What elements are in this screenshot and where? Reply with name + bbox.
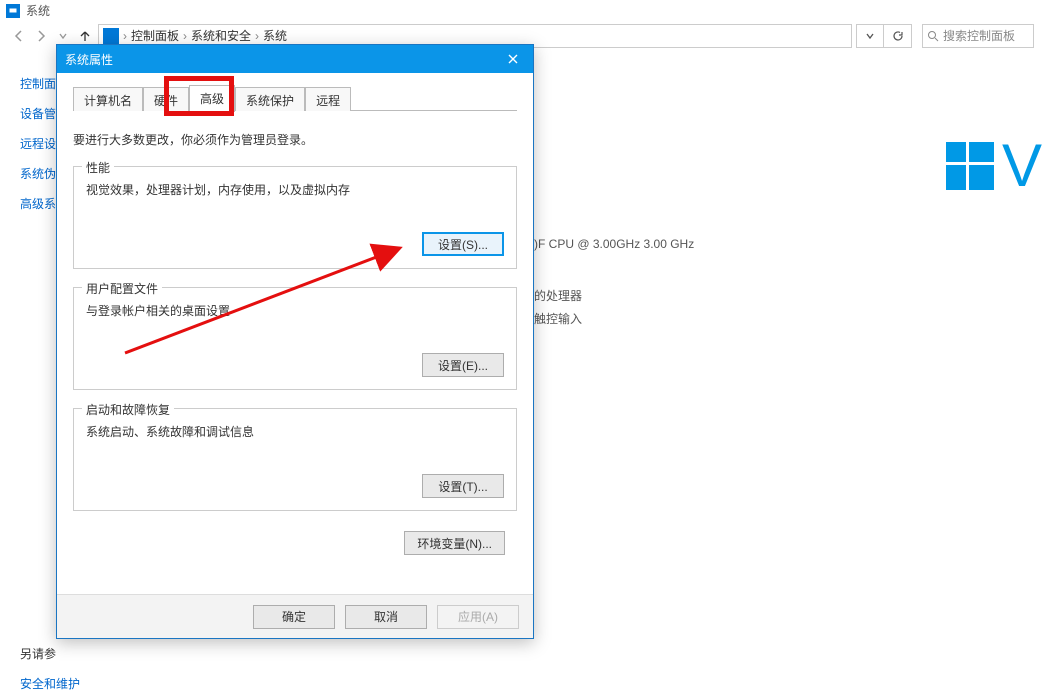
chevron-down-icon[interactable] — [54, 27, 72, 45]
nav-back-icon[interactable] — [10, 27, 28, 45]
chevron-right-icon: › — [255, 29, 259, 43]
user-profiles-settings-button[interactable]: 设置(E)... — [422, 353, 504, 377]
group-legend: 用户配置文件 — [82, 280, 162, 297]
group-performance: 性能 视觉效果，处理器计划，内存使用，以及虚拟内存 设置(S)... — [73, 166, 517, 269]
chevron-right-icon: › — [123, 29, 127, 43]
system-properties-dialog: 系统属性 计算机名 硬件 高级 系统保护 远程 要进行大多数更改，你必须作为管理… — [56, 44, 534, 639]
group-user-profiles: 用户配置文件 与登录帐户相关的桌面设置 设置(E)... — [73, 287, 517, 390]
sidebar-link-security[interactable]: 安全和维护 — [20, 675, 80, 692]
system-icon — [6, 4, 20, 18]
search-input[interactable]: 搜索控制面板 — [922, 24, 1034, 48]
breadcrumb-item[interactable]: 控制面板 — [131, 27, 179, 44]
chevron-right-icon: › — [183, 29, 187, 43]
proc-text-fragment: 的处理器 — [534, 287, 582, 304]
search-icon — [927, 30, 939, 42]
tab-system-protection[interactable]: 系统保护 — [235, 87, 305, 111]
startup-recovery-settings-button[interactable]: 设置(T)... — [422, 474, 504, 498]
close-icon — [507, 53, 519, 65]
bc-dropdown-button[interactable] — [856, 24, 884, 48]
environment-variables-button[interactable]: 环境变量(N)... — [404, 531, 505, 555]
breadcrumb-item[interactable]: 系统和安全 — [191, 27, 251, 44]
group-legend: 性能 — [82, 159, 114, 176]
performance-settings-button[interactable]: 设置(S)... — [422, 232, 504, 256]
window-title: 系统 — [26, 2, 50, 19]
ok-button[interactable]: 确定 — [253, 605, 335, 629]
nav-up-icon[interactable] — [76, 27, 94, 45]
breadcrumb-item[interactable]: 系统 — [263, 27, 287, 44]
see-also-label: 另请参 — [20, 645, 80, 662]
windows-logo-icon — [946, 142, 994, 190]
tab-advanced[interactable]: 高级 — [189, 85, 235, 112]
refresh-button[interactable] — [884, 24, 912, 48]
tab-remote[interactable]: 远程 — [305, 87, 351, 111]
admin-note: 要进行大多数更改，你必须作为管理员登录。 — [73, 131, 517, 148]
cancel-button[interactable]: 取消 — [345, 605, 427, 629]
tab-computer-name[interactable]: 计算机名 — [73, 87, 143, 111]
group-desc: 视觉效果，处理器计划，内存使用，以及虚拟内存 — [86, 181, 504, 198]
group-startup-recovery: 启动和故障恢复 系统启动、系统故障和调试信息 设置(T)... — [73, 408, 517, 511]
search-placeholder: 搜索控制面板 — [943, 27, 1015, 44]
close-button[interactable] — [493, 45, 533, 73]
apply-button: 应用(A) — [437, 605, 519, 629]
group-desc: 系统启动、系统故障和调试信息 — [86, 423, 504, 440]
control-panel-icon — [103, 28, 119, 44]
group-desc: 与登录帐户相关的桌面设置 — [86, 302, 504, 319]
cpu-text-fragment: )F CPU @ 3.00GHz 3.00 GHz — [534, 237, 694, 251]
dialog-title: 系统属性 — [65, 51, 113, 68]
group-legend: 启动和故障恢复 — [82, 401, 174, 418]
os-letter: V — [1002, 136, 1042, 196]
tab-hardware[interactable]: 硬件 — [143, 87, 189, 111]
nav-forward-icon[interactable] — [32, 27, 50, 45]
tab-strip: 计算机名 硬件 高级 系统保护 远程 — [73, 85, 517, 111]
touch-text-fragment: 触控输入 — [534, 310, 582, 327]
